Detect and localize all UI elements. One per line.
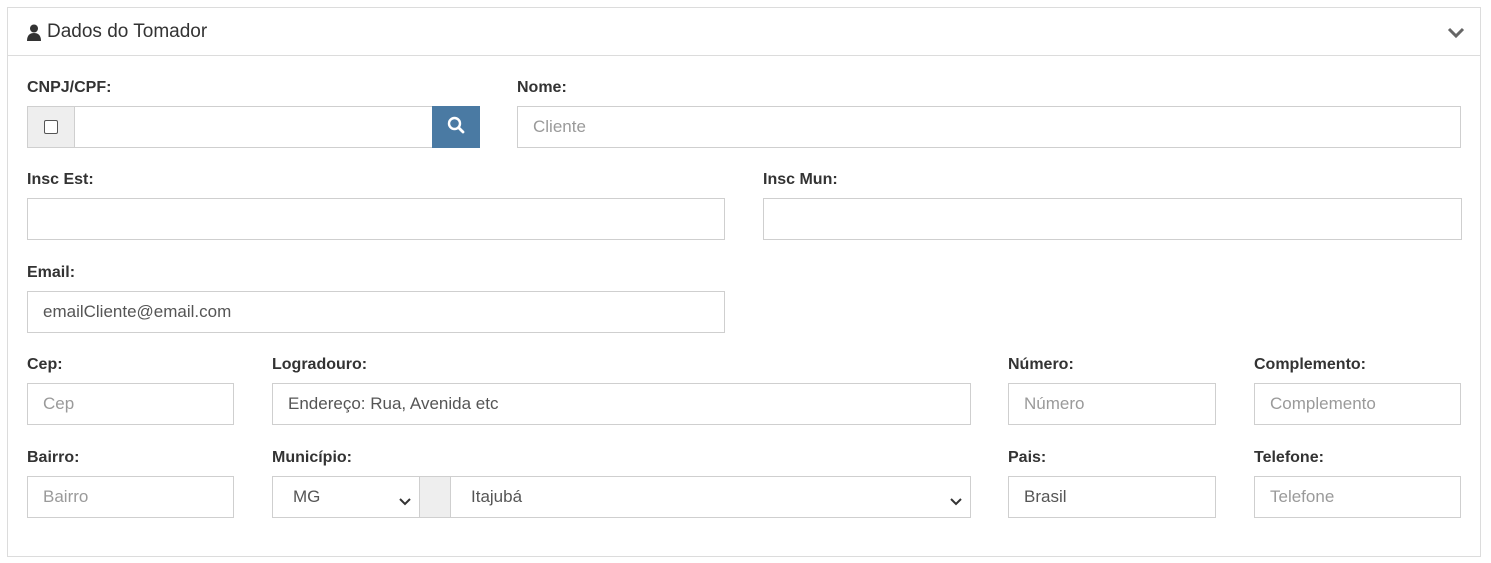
bairro-label: Bairro: [27,449,80,466]
insc-est-input[interactable] [27,198,725,240]
search-icon [447,116,465,139]
cnpj-label: CNPJ/CPF: [27,79,112,96]
cnpj-checkbox[interactable] [44,120,58,134]
bairro-input[interactable]: Bairro [27,476,234,518]
email-input[interactable]: emailCliente@email.com [27,291,725,333]
chevron-down-icon[interactable] [1446,26,1466,40]
telefone-label: Telefone: [1254,449,1324,466]
pais-label: Pais: [1008,449,1047,466]
municipio-addon [419,476,451,518]
municipio-label: Município: [272,449,352,466]
panel-title: Dados do Tomador [47,21,208,42]
panel-header[interactable]: Dados do Tomador [8,8,1480,56]
cnpj-search-button[interactable] [432,106,480,148]
insc-mun-label: Insc Mun: [763,171,838,188]
nome-label: Nome: [517,79,567,96]
uf-select[interactable]: MG [272,476,420,518]
logradouro-label: Logradouro: [272,356,368,373]
cnpj-checkbox-addon[interactable] [27,106,75,148]
insc-mun-input[interactable] [763,198,1462,240]
cep-input[interactable]: Cep [27,383,234,425]
uf-select-value: MG [293,487,321,506]
cnpj-input[interactable] [74,106,433,148]
user-icon [27,24,41,41]
panel-title-wrap: Dados do Tomador [27,21,207,43]
chevron-down-icon [399,492,411,506]
nome-input[interactable]: Cliente [517,106,1461,148]
pais-input[interactable]: Brasil [1008,476,1216,518]
tomador-panel: Dados do Tomador [7,7,1481,557]
insc-est-label: Insc Est: [27,171,94,188]
numero-label: Número: [1008,356,1074,373]
city-select[interactable]: Itajubá [450,476,971,518]
telefone-input[interactable]: Telefone [1254,476,1461,518]
numero-input[interactable]: Número [1008,383,1216,425]
complemento-input[interactable]: Complemento [1254,383,1461,425]
chevron-down-icon [950,492,962,506]
cep-label: Cep: [27,356,63,373]
email-label: Email: [27,264,76,281]
complemento-label: Complemento: [1254,356,1366,373]
logradouro-input[interactable]: Endereço: Rua, Avenida etc [272,383,971,425]
city-select-value: Itajubá [471,487,523,506]
